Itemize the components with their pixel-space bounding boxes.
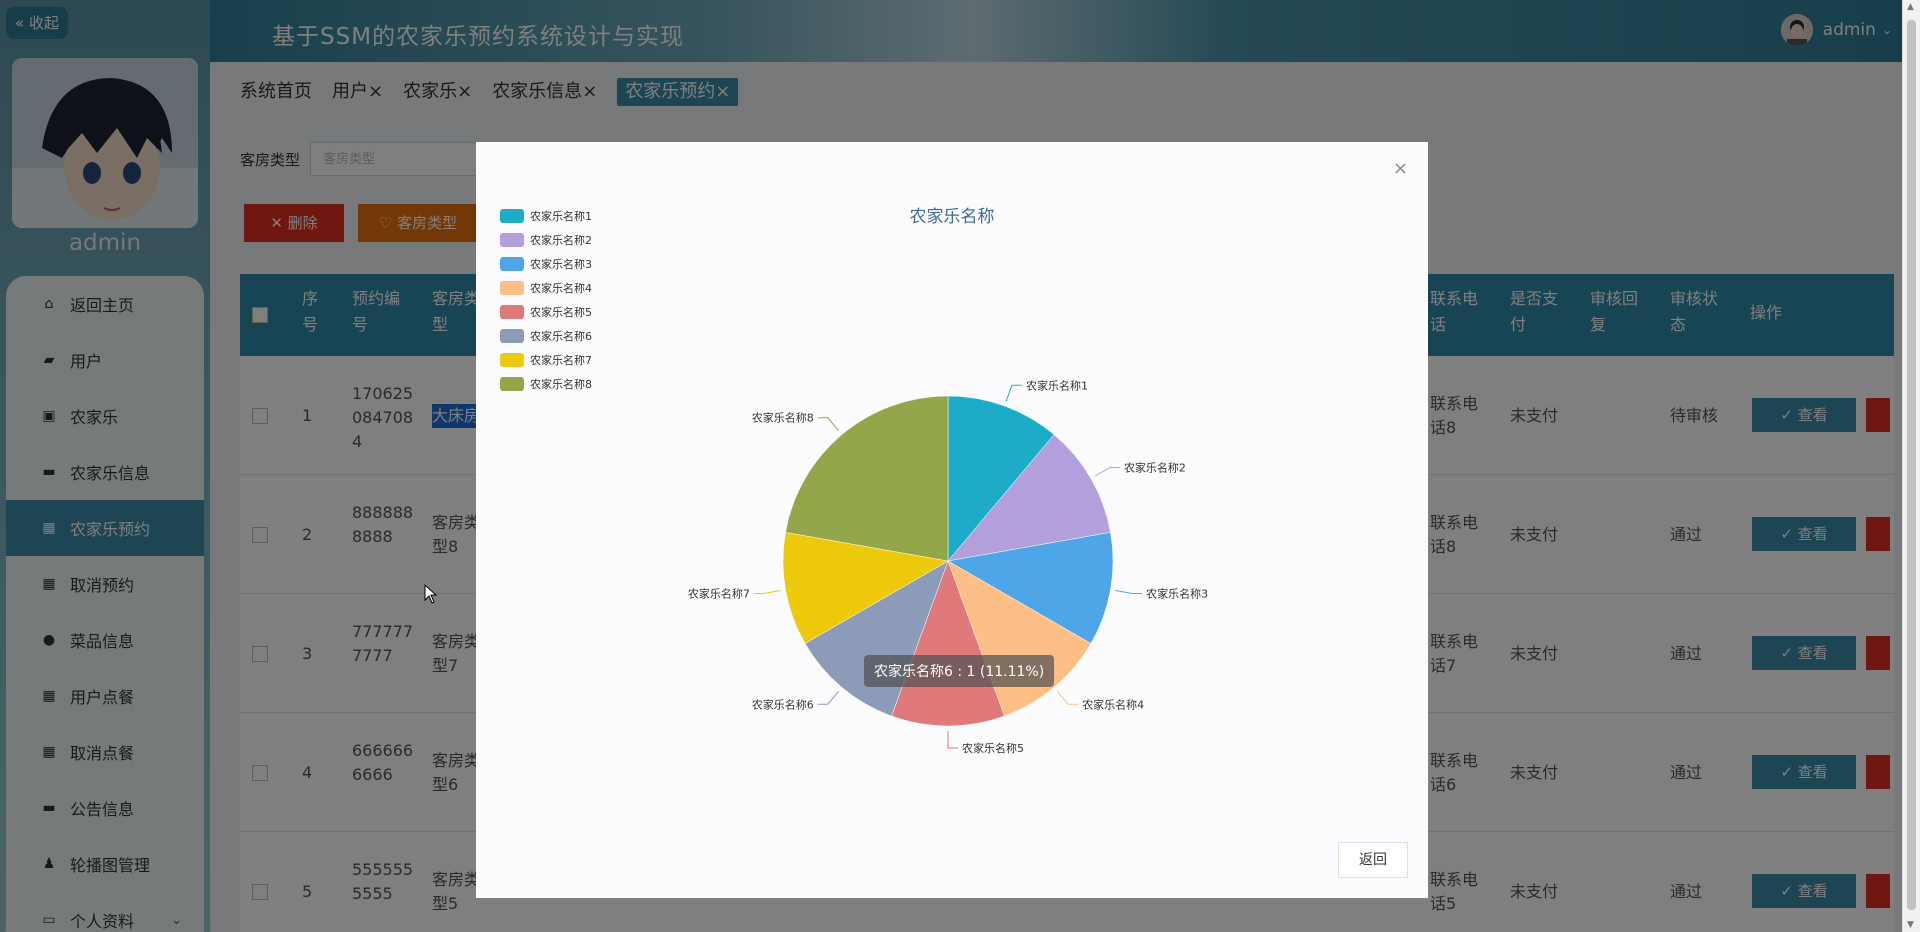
pie-slice-label: 农家乐名称3 — [1146, 586, 1208, 600]
pie-slice-label: 农家乐名称1 — [1026, 378, 1088, 392]
pie-label-line — [1005, 384, 1022, 402]
pie-slice-label: 农家乐名称8 — [752, 411, 814, 425]
pie-chart: 农家乐名称1 农家乐名称2 农家乐名称3 农家乐名称4 农家乐名称5 农家乐名称6 农家乐名… — [688, 378, 1208, 755]
pie-label-line — [1056, 690, 1079, 705]
pie-slice-label: 农家乐名称5 — [962, 741, 1024, 755]
chart-tooltip: 农家乐名称6 : 1 (11.11%) — [864, 655, 1055, 687]
pie-label-line — [947, 731, 958, 749]
app-root: « 收起 admin ⌂返回主页▰用户▣农家乐▬农家乐信息▦农家乐预约▦取消预约… — [0, 0, 1920, 932]
pie-label-line — [1115, 590, 1143, 594]
scroll-up-icon[interactable]: ▲ — [1907, 2, 1914, 12]
pie-slice-label: 农家乐名称6 — [752, 697, 814, 711]
pie-label-line — [817, 417, 840, 432]
chart-modal: × 农家乐名称 农家乐名称1 农家乐名称2 农家乐名称3 农家乐名称4 农家乐名称5 农家… — [476, 142, 1428, 898]
vertical-scrollbar[interactable]: ▲ ▼ — [1902, 0, 1920, 932]
pie-slice-label: 农家乐名称7 — [688, 586, 750, 600]
pie-label-line — [1094, 467, 1120, 477]
pie-label-line — [753, 590, 781, 594]
scrollbar-thumb[interactable] — [1907, 20, 1916, 910]
mouse-cursor-icon — [424, 584, 438, 604]
pie-label-line — [817, 690, 840, 705]
back-button[interactable]: 返回 — [1338, 842, 1408, 878]
pie-slice-label: 农家乐名称4 — [1082, 697, 1144, 711]
scroll-down-icon[interactable]: ▼ — [1907, 920, 1914, 930]
pie-slice-label: 农家乐名称2 — [1124, 461, 1186, 475]
